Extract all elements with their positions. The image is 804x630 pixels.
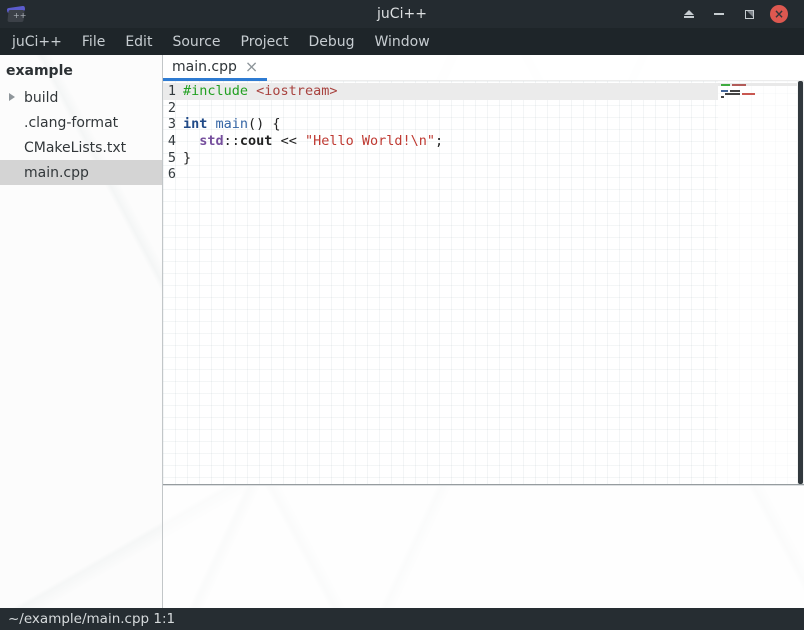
code-segment: :: (224, 133, 240, 150)
expander-arrow-icon[interactable] (9, 93, 15, 101)
tab-label: main.cpp (172, 59, 237, 75)
titlebar: ++ juCi++ × (0, 0, 804, 28)
minimap-code-mark (732, 84, 746, 86)
code-line-4[interactable]: 4 std::cout << "Hello World!\n"; (163, 133, 718, 150)
code-segment: << (272, 133, 305, 150)
tabbar: main.cpp × (163, 55, 804, 81)
tab-main-cpp[interactable]: main.cpp × (163, 55, 267, 81)
line-number: 2 (166, 100, 176, 117)
tree-item-main-cpp[interactable]: main.cpp (0, 160, 162, 185)
content-area: example build .clang-format CMakeLists.txt… (0, 55, 804, 608)
output-pane (163, 486, 804, 608)
window-controls: × (674, 0, 804, 28)
tree-item-label: .clang-format (24, 115, 118, 131)
editor-scrollbar (797, 81, 804, 484)
code-segment: #include (183, 83, 248, 100)
code-line-2[interactable]: 2 (163, 100, 718, 117)
menu-item-source[interactable]: Source (162, 29, 230, 55)
statusbar: ~/example/main.cpp 1:1 (0, 608, 804, 630)
keep-above-button[interactable] (674, 0, 704, 28)
menu-item-debug[interactable]: Debug (298, 29, 364, 55)
minimap-code-mark (721, 84, 730, 86)
minimap-code-mark (742, 93, 755, 95)
code-segment: "Hello World!\n" (305, 133, 435, 150)
minimize-icon (714, 13, 724, 15)
code-segment: std (199, 133, 223, 150)
code-segment (183, 133, 199, 150)
close-button[interactable]: × (764, 0, 794, 28)
file-tree: example build .clang-format CMakeLists.txt… (0, 55, 162, 608)
line-number: 1 (166, 83, 176, 100)
menu-item-project[interactable]: Project (231, 29, 299, 55)
minimap-code-mark (721, 96, 724, 98)
scrollbar-thumb[interactable] (798, 81, 803, 484)
line-number: 4 (166, 133, 176, 150)
tree-items: build .clang-format CMakeLists.txt main.cpp (0, 85, 162, 185)
code-segment: main (216, 116, 249, 133)
tree-item-label: build (24, 90, 58, 106)
menu-item-edit[interactable]: Edit (115, 29, 162, 55)
minimap[interactable] (718, 81, 797, 484)
code-line-5[interactable]: 5} (163, 150, 718, 167)
plus-plus-glyph: ++ (13, 12, 22, 19)
status-file-location: ~/example/main.cpp 1:1 (8, 611, 175, 627)
line-number: 3 (166, 116, 176, 133)
tree-item-build[interactable]: build (0, 85, 162, 110)
code-line-3[interactable]: 3 int main() { (163, 116, 718, 133)
code-segment (248, 83, 256, 100)
code-segment: } (183, 150, 191, 167)
menu-item-window[interactable]: Window (365, 29, 440, 55)
minimap-code-mark (730, 90, 740, 92)
code-segment: <iostream> (256, 83, 337, 100)
line-number: 6 (166, 166, 176, 183)
tab-close-icon[interactable]: × (245, 59, 258, 75)
code-editor[interactable]: 1#include <iostream>23int main() {4 std:… (163, 81, 804, 484)
app-window: ++ juCi++ × juCi++FileEditSourceProjectD… (0, 0, 804, 630)
eject-icon (684, 10, 694, 18)
code-line-1[interactable]: 1 #include <iostream> (163, 83, 718, 100)
tree-item-label: CMakeLists.txt (24, 140, 126, 156)
minimap-code-mark (721, 90, 728, 92)
minimize-button[interactable] (704, 0, 734, 28)
minimap-row (718, 98, 797, 101)
restore-icon (745, 10, 754, 19)
restore-button[interactable] (734, 0, 764, 28)
tree-item-label: main.cpp (24, 165, 89, 181)
code-segment: cout (240, 133, 273, 150)
main-pane: main.cpp × 1 #include <iostream> 23 int main… (163, 55, 804, 608)
tree-item--clang-format[interactable]: .clang-format (0, 110, 162, 135)
menubar: juCi++FileEditSourceProjectDebugWindow (0, 28, 804, 55)
code-segment: int (183, 116, 207, 133)
code-segment (207, 116, 215, 133)
app-logo-icon: ++ (7, 6, 26, 23)
tree-root-folder[interactable]: example (0, 58, 162, 85)
tree-item-cmakelists-txt[interactable]: CMakeLists.txt (0, 135, 162, 160)
code-lines[interactable]: 1#include <iostream>23int main() {4 std:… (163, 81, 718, 484)
code-segment: ; (435, 133, 443, 150)
close-icon: × (770, 5, 788, 23)
minimap-code-mark (725, 93, 740, 95)
menu-item-juci[interactable]: juCi++ (2, 29, 72, 55)
menu-item-file[interactable]: File (72, 29, 115, 55)
code-line-6[interactable]: 6 (163, 166, 718, 183)
code-segment: () { (248, 116, 281, 133)
line-number: 5 (166, 150, 176, 167)
